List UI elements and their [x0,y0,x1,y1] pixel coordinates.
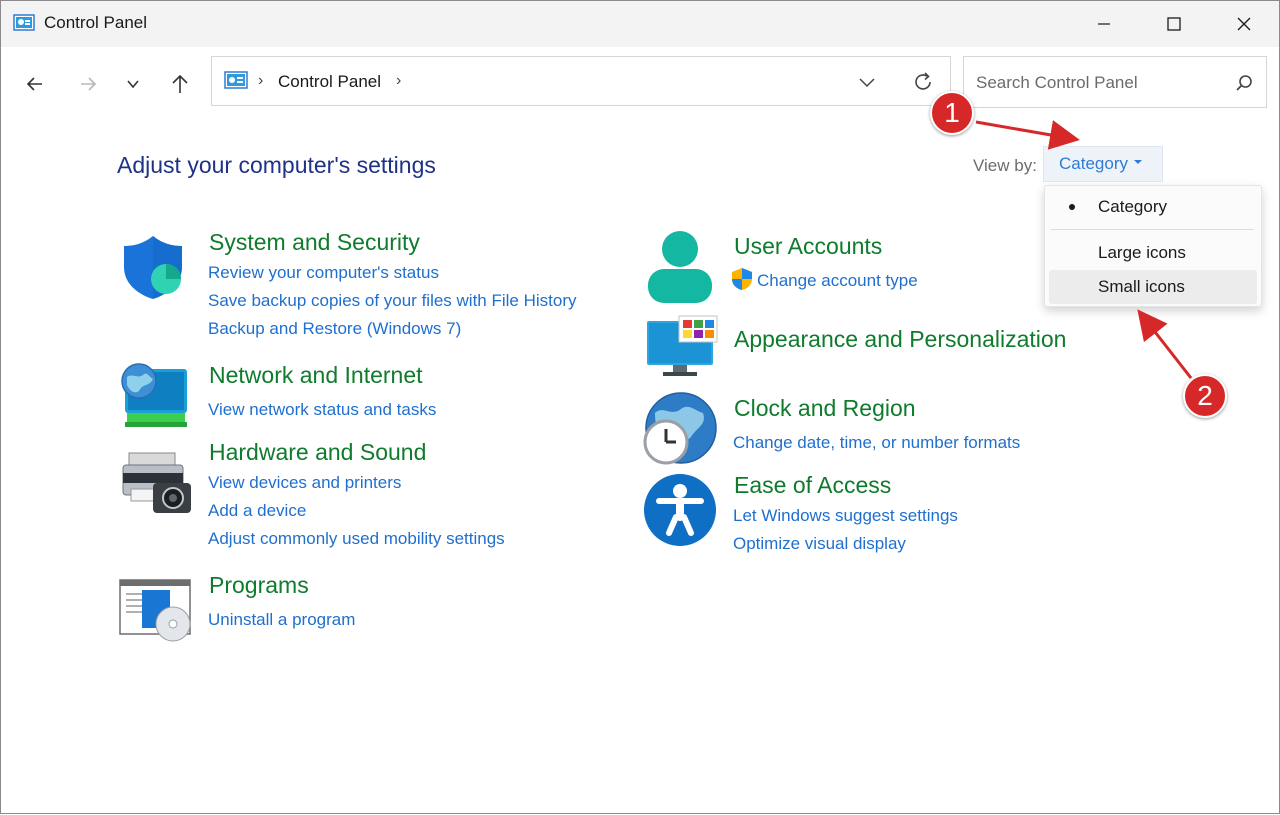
breadcrumb-chevron-icon[interactable]: › [396,72,401,90]
link-network-status[interactable]: View network status and tasks [208,400,436,420]
search-icon[interactable] [1235,74,1253,92]
arrow-right-icon [81,77,97,91]
breadcrumb-separator-icon: › [258,72,264,89]
close-icon [1237,17,1251,31]
menu-item-label: Category [1098,197,1167,216]
annotation-badge-2: 2 [1183,374,1227,418]
category-appearance-personalization[interactable]: Appearance and Personalization [734,326,1066,353]
ease-of-access-icon[interactable] [643,473,717,547]
link-change-account-type[interactable]: Change account type [757,271,918,291]
refresh-icon[interactable] [912,71,934,93]
link-optimize-visual-display[interactable]: Optimize visual display [733,534,906,554]
link-backup-restore[interactable]: Backup and Restore (Windows 7) [208,319,461,339]
menu-item-label: Small icons [1098,277,1185,296]
recent-locations-button[interactable] [118,69,148,99]
chevron-down-icon [127,80,139,89]
navigation-bar: › Control Panel › [1,47,1279,121]
back-button[interactable] [20,69,50,99]
up-button[interactable] [165,69,195,99]
minimize-icon [1098,23,1110,25]
category-hardware-sound[interactable]: Hardware and Sound [209,439,426,466]
view-by-menu: Category Large icons Small icons [1044,185,1262,307]
uac-shield-icon [732,268,752,290]
category-ease-of-access[interactable]: Ease of Access [734,472,891,499]
search-box[interactable] [963,56,1267,108]
view-by-value: Category [1059,154,1128,173]
link-file-history[interactable]: Save backup copies of your files with Fi… [208,291,577,311]
dropdown-caret-icon [1133,160,1142,164]
chevron-down-icon[interactable] [858,74,876,90]
maximize-icon [1167,17,1181,31]
breadcrumb-control-panel[interactable]: Control Panel [278,72,381,92]
minimize-button[interactable] [1069,1,1139,47]
menu-item-label: Large icons [1098,243,1186,262]
shield-icon[interactable] [119,233,187,301]
printer-camera-icon[interactable] [119,449,193,517]
page-title: Adjust your computer's settings [117,152,436,178]
user-accounts-icon[interactable] [645,229,715,305]
menu-item-small-icons[interactable]: Small icons [1049,270,1257,304]
link-suggest-settings[interactable]: Let Windows suggest settings [733,506,958,526]
control-panel-app-icon [13,14,35,31]
category-system-security[interactable]: System and Security [209,229,420,256]
control-panel-icon [224,71,248,89]
category-programs[interactable]: Programs [209,572,309,599]
clock-globe-icon[interactable] [641,391,719,467]
title-bar: Control Panel [1,1,1279,47]
search-input[interactable] [974,71,1228,95]
selected-bullet-icon [1069,204,1075,210]
maximize-button[interactable] [1139,1,1209,47]
link-add-device[interactable]: Add a device [208,501,306,521]
menu-item-large-icons[interactable]: Large icons [1049,236,1257,270]
category-user-accounts[interactable]: User Accounts [734,233,882,260]
programs-icon[interactable] [118,578,192,642]
forward-button[interactable] [73,69,103,99]
link-review-status[interactable]: Review your computer's status [208,263,439,283]
category-network-internet[interactable]: Network and Internet [209,362,423,389]
close-button[interactable] [1209,1,1279,47]
menu-divider [1051,229,1254,230]
menu-item-category[interactable]: Category [1049,190,1257,224]
category-clock-region[interactable]: Clock and Region [734,395,916,422]
link-date-time-formats[interactable]: Change date, time, or number formats [733,433,1020,453]
appearance-monitor-icon[interactable] [645,315,719,379]
view-by-dropdown[interactable]: Category [1043,146,1163,182]
control-panel-window: Control Panel › Control Panel › Search C… [0,0,1280,814]
network-globe-icon[interactable] [119,361,189,431]
annotation-badge-1: 1 [930,91,974,135]
link-uninstall-program[interactable]: Uninstall a program [208,610,355,630]
arrow-left-icon [26,77,42,91]
link-mobility-settings[interactable]: Adjust commonly used mobility settings [208,529,505,549]
view-by-label: View by: [973,156,1037,175]
link-devices-printers[interactable]: View devices and printers [208,473,401,493]
window-title: Control Panel [44,13,148,32]
arrow-up-icon [172,74,188,93]
address-bar[interactable]: › Control Panel › [211,56,951,106]
